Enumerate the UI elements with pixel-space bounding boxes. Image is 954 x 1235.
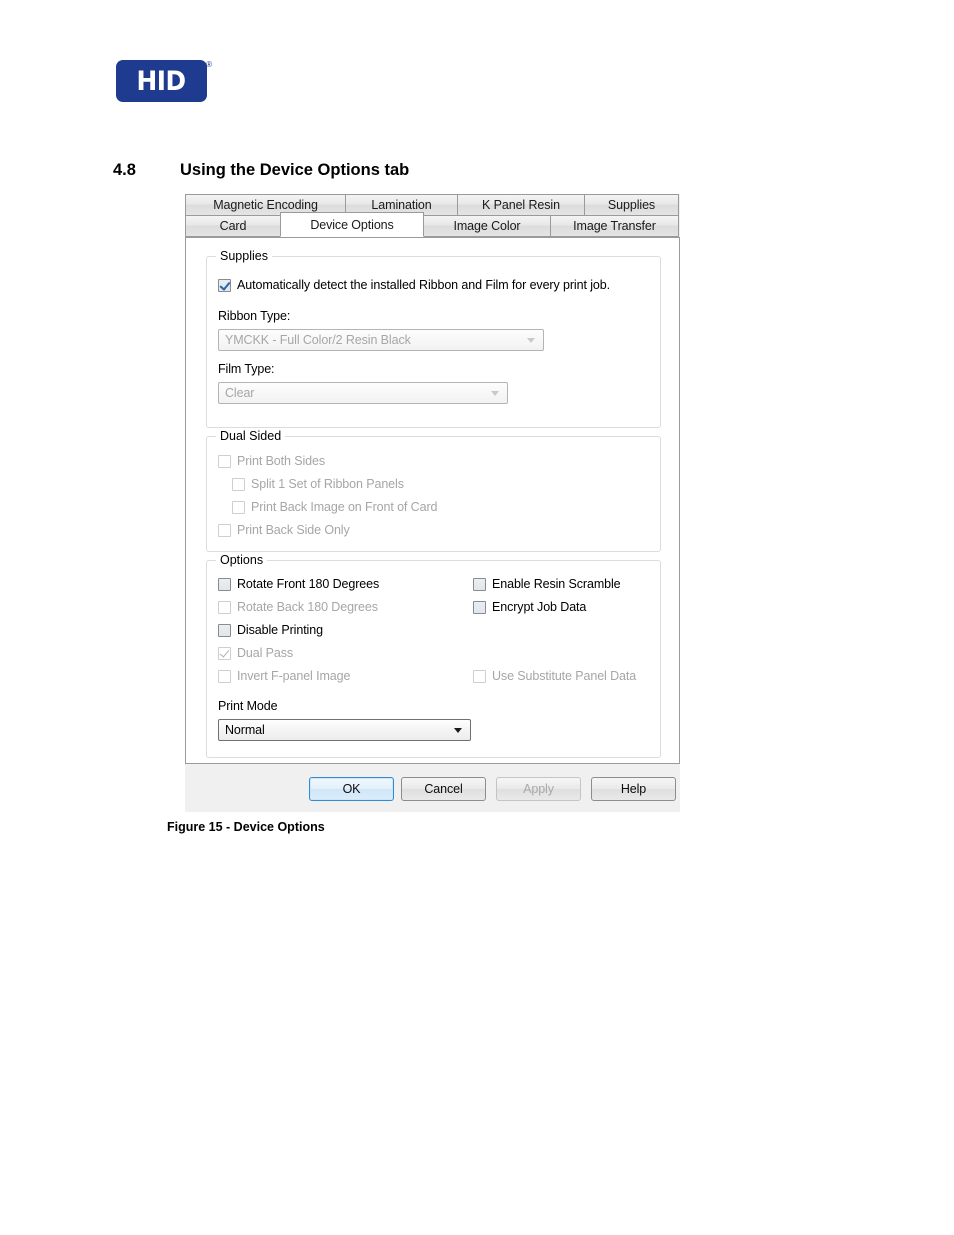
tab-label: Image Transfer (573, 219, 656, 233)
rotate-front-180-row[interactable]: Rotate Front 180 Degrees (218, 577, 379, 591)
hid-logo-badge: HID (116, 60, 207, 102)
print-mode-label: Print Mode (218, 699, 278, 713)
tab-supplies[interactable]: Supplies (584, 194, 679, 216)
cancel-button-label: Cancel (424, 782, 463, 796)
auto-detect-checkbox[interactable] (218, 278, 231, 292)
supplies-group: Supplies Automatically detect the instal… (206, 249, 661, 428)
tab-label: Device Options (310, 217, 394, 232)
dialog-button-bar: OK Cancel Apply Help (185, 764, 680, 812)
dual-pass-row[interactable]: Dual Pass (218, 646, 293, 660)
print-back-side-only-label: Print Back Side Only (237, 523, 350, 537)
tab-device-options[interactable]: Device Options (280, 212, 424, 237)
split-ribbon-panels-label: Split 1 Set of Ribbon Panels (251, 477, 404, 491)
chevron-down-icon (491, 391, 499, 396)
print-back-side-only-row[interactable]: Print Back Side Only (218, 523, 350, 537)
tab-image-color[interactable]: Image Color (423, 215, 551, 237)
encrypt-job-data-label: Encrypt Job Data (492, 600, 587, 614)
print-both-sides-row[interactable]: Print Both Sides (218, 454, 325, 468)
tab-label: Lamination (371, 198, 432, 212)
tab-label: Card (219, 219, 247, 233)
disable-printing-row[interactable]: Disable Printing (218, 623, 323, 637)
film-type-label: Film Type: (218, 362, 275, 376)
encrypt-job-data-checkbox[interactable] (473, 600, 486, 614)
section-heading: 4.8 Using the Device Options tab (113, 161, 409, 180)
chevron-down-icon (527, 338, 535, 343)
split-ribbon-panels-checkbox[interactable] (232, 477, 245, 491)
split-ribbon-panels-row[interactable]: Split 1 Set of Ribbon Panels (232, 477, 404, 491)
dual-sided-group: Dual Sided Print Both Sides Split 1 Set … (206, 429, 661, 552)
auto-detect-label: Automatically detect the installed Ribbo… (237, 278, 610, 292)
print-mode-value: Normal (225, 723, 265, 737)
ribbon-type-value: YMCKK - Full Color/2 Resin Black (225, 333, 411, 347)
rotate-front-180-checkbox[interactable] (218, 577, 231, 591)
enable-resin-scramble-label: Enable Resin Scramble (492, 577, 621, 591)
print-back-image-front-label: Print Back Image on Front of Card (251, 500, 438, 514)
ok-button-label: OK (342, 782, 361, 796)
ribbon-type-select[interactable]: YMCKK - Full Color/2 Resin Black (218, 329, 544, 351)
ok-button[interactable]: OK (309, 777, 394, 801)
dual-pass-checkbox[interactable] (218, 646, 231, 660)
tab-label: Image Color (453, 219, 521, 233)
use-substitute-panel-data-label: Use Substitute Panel Data (492, 669, 637, 683)
invert-f-panel-checkbox[interactable] (218, 669, 231, 683)
use-substitute-panel-data-row[interactable]: Use Substitute Panel Data (473, 669, 636, 683)
print-mode-select[interactable]: Normal (218, 719, 471, 741)
disable-printing-label: Disable Printing (237, 623, 323, 637)
rotate-back-180-label: Rotate Back 180 Degrees (237, 600, 378, 614)
tab-row-lower: Card Device Options Image Color Image Tr… (185, 212, 679, 237)
tab-label: K Panel Resin (482, 198, 560, 212)
device-options-panel: Supplies Automatically detect the instal… (185, 237, 680, 764)
enable-resin-scramble-row[interactable]: Enable Resin Scramble (473, 577, 621, 591)
print-back-image-front-checkbox[interactable] (232, 500, 245, 514)
tab-card[interactable]: Card (185, 215, 281, 237)
device-options-dialog: Magnetic Encoding Lamination K Panel Res… (185, 194, 680, 812)
invert-f-panel-row[interactable]: Invert F-panel Image (218, 669, 350, 683)
dual-pass-label: Dual Pass (237, 646, 294, 660)
tab-k-panel-resin[interactable]: K Panel Resin (457, 194, 585, 216)
print-both-sides-label: Print Both Sides (237, 454, 326, 468)
dual-sided-group-legend: Dual Sided (216, 429, 286, 443)
tab-strip: Magnetic Encoding Lamination K Panel Res… (185, 194, 680, 240)
apply-button[interactable]: Apply (496, 777, 581, 801)
chevron-down-icon (454, 728, 462, 733)
rotate-front-180-label: Rotate Front 180 Degrees (237, 577, 380, 591)
tab-row-upper: Magnetic Encoding Lamination K Panel Res… (185, 194, 679, 216)
print-back-image-front-row[interactable]: Print Back Image on Front of Card (232, 500, 437, 514)
registered-mark-icon: ® (206, 60, 212, 69)
rotate-back-180-checkbox[interactable] (218, 600, 231, 614)
supplies-group-legend: Supplies (216, 249, 272, 263)
options-group: Options Rotate Front 180 Degrees Rotate … (206, 553, 661, 758)
invert-f-panel-label: Invert F-panel Image (237, 669, 351, 683)
section-title: Using the Device Options tab (180, 161, 410, 179)
cancel-button[interactable]: Cancel (401, 777, 486, 801)
use-substitute-panel-data-checkbox[interactable] (473, 669, 486, 683)
print-both-sides-checkbox[interactable] (218, 454, 231, 468)
apply-button-label: Apply (523, 782, 554, 796)
ribbon-type-label: Ribbon Type: (218, 309, 291, 323)
auto-detect-checkbox-row[interactable]: Automatically detect the installed Ribbo… (218, 278, 610, 292)
tab-image-transfer[interactable]: Image Transfer (550, 215, 679, 237)
help-button-label: Help (620, 782, 647, 796)
tab-label: Magnetic Encoding (213, 198, 318, 212)
help-button[interactable]: Help (591, 777, 676, 801)
encrypt-job-data-row[interactable]: Encrypt Job Data (473, 600, 586, 614)
print-back-side-only-checkbox[interactable] (218, 523, 231, 537)
hid-logo-text: HID (137, 65, 187, 97)
figure-caption: Figure 15 - Device Options (167, 820, 325, 834)
section-number: 4.8 (113, 161, 136, 179)
film-type-select[interactable]: Clear (218, 382, 508, 404)
disable-printing-checkbox[interactable] (218, 623, 231, 637)
options-group-legend: Options (216, 553, 268, 567)
tab-label: Supplies (607, 198, 656, 212)
enable-resin-scramble-checkbox[interactable] (473, 577, 486, 591)
film-type-value: Clear (225, 386, 255, 400)
hid-logo: HID ® (116, 60, 212, 104)
rotate-back-180-row[interactable]: Rotate Back 180 Degrees (218, 600, 378, 614)
